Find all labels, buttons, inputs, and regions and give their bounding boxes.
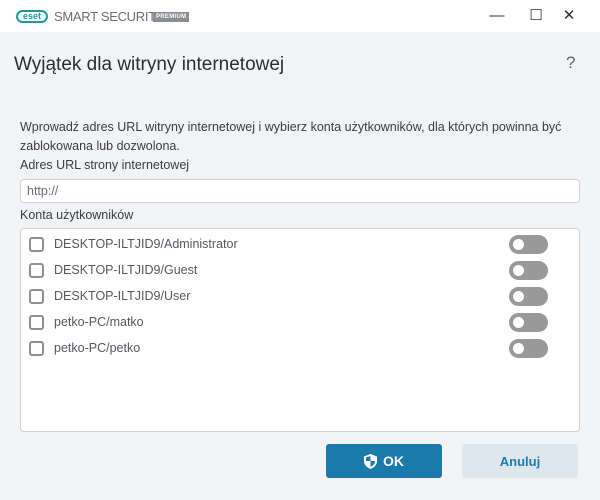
list-item: DESKTOP-ILTJID9/Administrator (29, 235, 549, 255)
account-checkbox[interactable] (29, 341, 44, 356)
account-name: petko-PC/matko (54, 315, 144, 329)
account-toggle[interactable] (509, 339, 548, 358)
shield-icon (364, 453, 377, 469)
title-bar: eset SMART SECURITY PREMIUM — ☐ ✕ (0, 0, 600, 32)
list-item: DESKTOP-ILTJID9/Guest (29, 261, 549, 281)
description: Wprowadź adres URL witryny internetowej … (20, 120, 562, 153)
account-checkbox[interactable] (29, 263, 44, 278)
url-label: Adres URL strony internetowej (20, 158, 190, 172)
cancel-button[interactable]: Anuluj (462, 444, 578, 478)
account-toggle[interactable] (509, 235, 548, 254)
account-checkbox[interactable] (29, 315, 44, 330)
accounts-label: Konta użytkowników (20, 208, 134, 222)
dialog-title: Wyjątek dla witryny internetowej (14, 54, 285, 75)
url-input[interactable]: http:// (20, 179, 580, 203)
edition-badge: PREMIUM (153, 12, 190, 22)
maximize-button[interactable]: ☐ (525, 6, 547, 26)
account-toggle[interactable] (509, 313, 548, 332)
account-checkbox[interactable] (29, 237, 44, 252)
list-item: petko-PC/matko (29, 313, 549, 333)
product-name: SMART SECURITY (54, 9, 165, 24)
close-button[interactable]: ✕ (558, 6, 580, 26)
list-item: DESKTOP-ILTJID9/User (29, 287, 549, 307)
account-name: DESKTOP-ILTJID9/Administrator (54, 237, 238, 251)
account-name: DESKTOP-ILTJID9/User (54, 289, 191, 303)
account-toggle[interactable] (509, 261, 548, 280)
account-name: DESKTOP-ILTJID9/Guest (54, 263, 198, 277)
minimize-button[interactable]: — (486, 6, 508, 26)
ok-label: OK (383, 453, 404, 469)
list-item: petko-PC/petko (29, 339, 549, 359)
accounts-list: DESKTOP-ILTJID9/Administrator DESKTOP-IL… (20, 228, 580, 432)
account-name: petko-PC/petko (54, 341, 141, 355)
account-toggle[interactable] (509, 287, 548, 306)
account-checkbox[interactable] (29, 289, 44, 304)
eset-logo: eset (16, 10, 48, 23)
help-button[interactable]: ? (566, 53, 575, 73)
ok-button[interactable]: OK (326, 444, 442, 478)
